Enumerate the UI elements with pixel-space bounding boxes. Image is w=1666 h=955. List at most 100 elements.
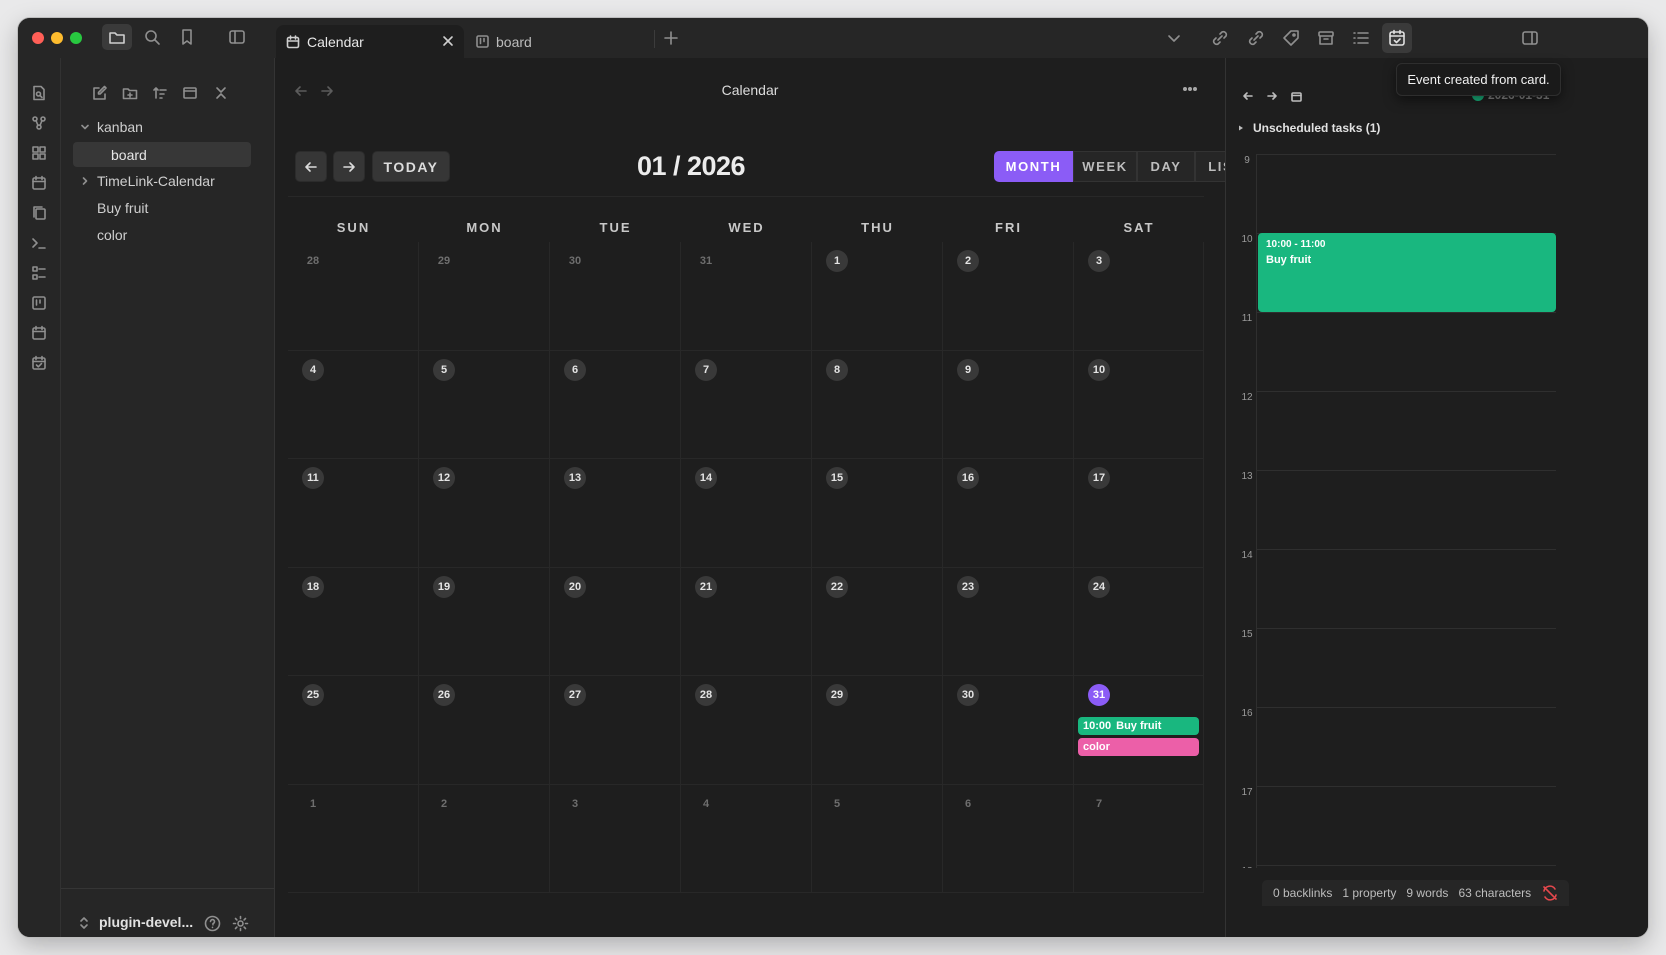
- day-number[interactable]: 1: [826, 250, 848, 272]
- vault-name[interactable]: plugin-devel...: [99, 914, 193, 930]
- day-cell[interactable]: 27: [550, 676, 681, 785]
- calendar-check-ribbon-icon[interactable]: [28, 352, 50, 374]
- tag-icon[interactable]: [1279, 26, 1303, 50]
- day-number[interactable]: 23: [957, 575, 979, 598]
- day-cell[interactable]: 16: [943, 459, 1074, 568]
- day-number[interactable]: 3: [564, 793, 586, 815]
- calendar-check-icon[interactable]: [1382, 23, 1412, 53]
- day-number[interactable]: 11: [302, 467, 324, 489]
- hour-row[interactable]: [1256, 154, 1556, 233]
- day-number[interactable]: 14: [695, 467, 717, 489]
- day-cell[interactable]: 28: [288, 242, 419, 351]
- templates-copy-icon[interactable]: [28, 202, 50, 224]
- unscheduled-tasks-toggle[interactable]: Unscheduled tasks (1): [1236, 116, 1569, 140]
- day-cell[interactable]: 2: [943, 242, 1074, 351]
- day-cell[interactable]: 15: [812, 459, 943, 568]
- day-cell[interactable]: 12: [419, 459, 550, 568]
- day-number[interactable]: 2: [957, 250, 979, 272]
- day-cell[interactable]: 31 10:00 Buy fruit color: [1074, 676, 1204, 785]
- hour-row[interactable]: [1256, 312, 1556, 391]
- day-cell[interactable]: 7: [1074, 784, 1204, 893]
- day-cell[interactable]: 17: [1074, 459, 1204, 568]
- day-number[interactable]: 5: [433, 358, 455, 381]
- day-number[interactable]: 30: [564, 250, 586, 272]
- settings-gear-icon[interactable]: [229, 912, 251, 934]
- day-cell[interactable]: 31: [681, 242, 812, 351]
- day-cell[interactable]: 26: [419, 676, 550, 785]
- sort-icon[interactable]: [149, 82, 171, 104]
- day-number[interactable]: 9: [957, 358, 979, 381]
- day-cell[interactable]: 28: [681, 676, 812, 785]
- day-cell[interactable]: 5: [419, 350, 550, 459]
- view-week-button[interactable]: WEEK: [1073, 151, 1137, 182]
- day-cell[interactable]: 10: [1074, 350, 1204, 459]
- day-number[interactable]: 7: [1088, 793, 1110, 815]
- vault-switcher-chevron-icon[interactable]: [75, 914, 93, 932]
- day-number[interactable]: 18: [302, 575, 324, 598]
- day-cell[interactable]: 4: [681, 784, 812, 893]
- day-cell[interactable]: 3: [550, 784, 681, 893]
- next-month-button[interactable]: [333, 151, 365, 182]
- day-cell[interactable]: 4: [288, 350, 419, 459]
- sync-error-icon[interactable]: [1542, 885, 1558, 901]
- view-day-button[interactable]: DAY: [1137, 151, 1195, 182]
- day-cell[interactable]: 13: [550, 459, 681, 568]
- day-cell[interactable]: 30: [943, 676, 1074, 785]
- day-cell[interactable]: 3: [1074, 242, 1204, 351]
- day-number[interactable]: 2: [433, 793, 455, 815]
- day-number[interactable]: 10: [1088, 358, 1110, 381]
- day-number[interactable]: 8: [826, 358, 848, 381]
- collapse-all-icon[interactable]: [210, 82, 232, 104]
- graph-view-icon[interactable]: [28, 112, 50, 134]
- canvas-grid-icon[interactable]: [28, 142, 50, 164]
- day-number[interactable]: 17: [1088, 467, 1110, 489]
- day-cell[interactable]: 18: [288, 567, 419, 676]
- open-quick-switcher-icon[interactable]: [28, 82, 50, 104]
- day-cell[interactable]: 1: [812, 242, 943, 351]
- day-cell[interactable]: 5: [812, 784, 943, 893]
- zoom-window-button[interactable]: [70, 32, 82, 44]
- day-cell[interactable]: 30: [550, 242, 681, 351]
- day-number[interactable]: 21: [695, 575, 717, 598]
- hour-row[interactable]: [1256, 628, 1556, 707]
- day-number[interactable]: 1: [302, 793, 324, 815]
- day-cell[interactable]: 9: [943, 350, 1074, 459]
- more-options-icon[interactable]: [1178, 78, 1202, 100]
- plugin-icon-2[interactable]: [1244, 26, 1268, 50]
- calendar-event[interactable]: 10:00 Buy fruit: [1078, 717, 1199, 735]
- day-cell[interactable]: 29: [812, 676, 943, 785]
- tasks-list-icon[interactable]: [28, 262, 50, 284]
- day-cell[interactable]: 14: [681, 459, 812, 568]
- plugin-icon-1[interactable]: [1208, 26, 1232, 50]
- day-number[interactable]: 25: [302, 684, 324, 706]
- timeline-event[interactable]: 10:00 - 11:00 Buy fruit: [1258, 233, 1556, 312]
- minimize-window-button[interactable]: [51, 32, 63, 44]
- tab-calendar[interactable]: Calendar: [276, 25, 464, 58]
- day-cell[interactable]: 6: [550, 350, 681, 459]
- day-number[interactable]: 29: [826, 684, 848, 706]
- day-cell[interactable]: 2: [419, 784, 550, 893]
- tree-folder-timelink-calendar[interactable]: TimeLink-Calendar: [79, 169, 215, 193]
- day-number[interactable]: 4: [302, 358, 324, 381]
- list-icon[interactable]: [1349, 26, 1373, 50]
- daily-note-calendar-icon[interactable]: [28, 172, 50, 194]
- tree-file-board[interactable]: board: [73, 142, 251, 167]
- timeline-prev-arrow-icon[interactable]: [1238, 86, 1258, 106]
- day-cell[interactable]: 7: [681, 350, 812, 459]
- tree-file-color[interactable]: color: [97, 223, 127, 247]
- day-number[interactable]: 30: [957, 684, 979, 706]
- day-number[interactable]: 26: [433, 684, 455, 706]
- new-folder-icon[interactable]: [119, 82, 141, 104]
- hour-row[interactable]: [1256, 707, 1556, 786]
- day-cell[interactable]: 8: [812, 350, 943, 459]
- day-number[interactable]: 22: [826, 575, 848, 598]
- day-number[interactable]: 15: [826, 467, 848, 489]
- search-icon[interactable]: [141, 26, 163, 48]
- tab-board[interactable]: board: [466, 25, 654, 58]
- close-window-button[interactable]: [32, 32, 44, 44]
- timeline-next-arrow-icon[interactable]: [1262, 86, 1282, 106]
- day-number[interactable]: 6: [564, 358, 586, 381]
- day-cell[interactable]: 22: [812, 567, 943, 676]
- calendar-event[interactable]: color: [1078, 738, 1199, 756]
- toggle-left-sidebar-icon[interactable]: [226, 26, 248, 48]
